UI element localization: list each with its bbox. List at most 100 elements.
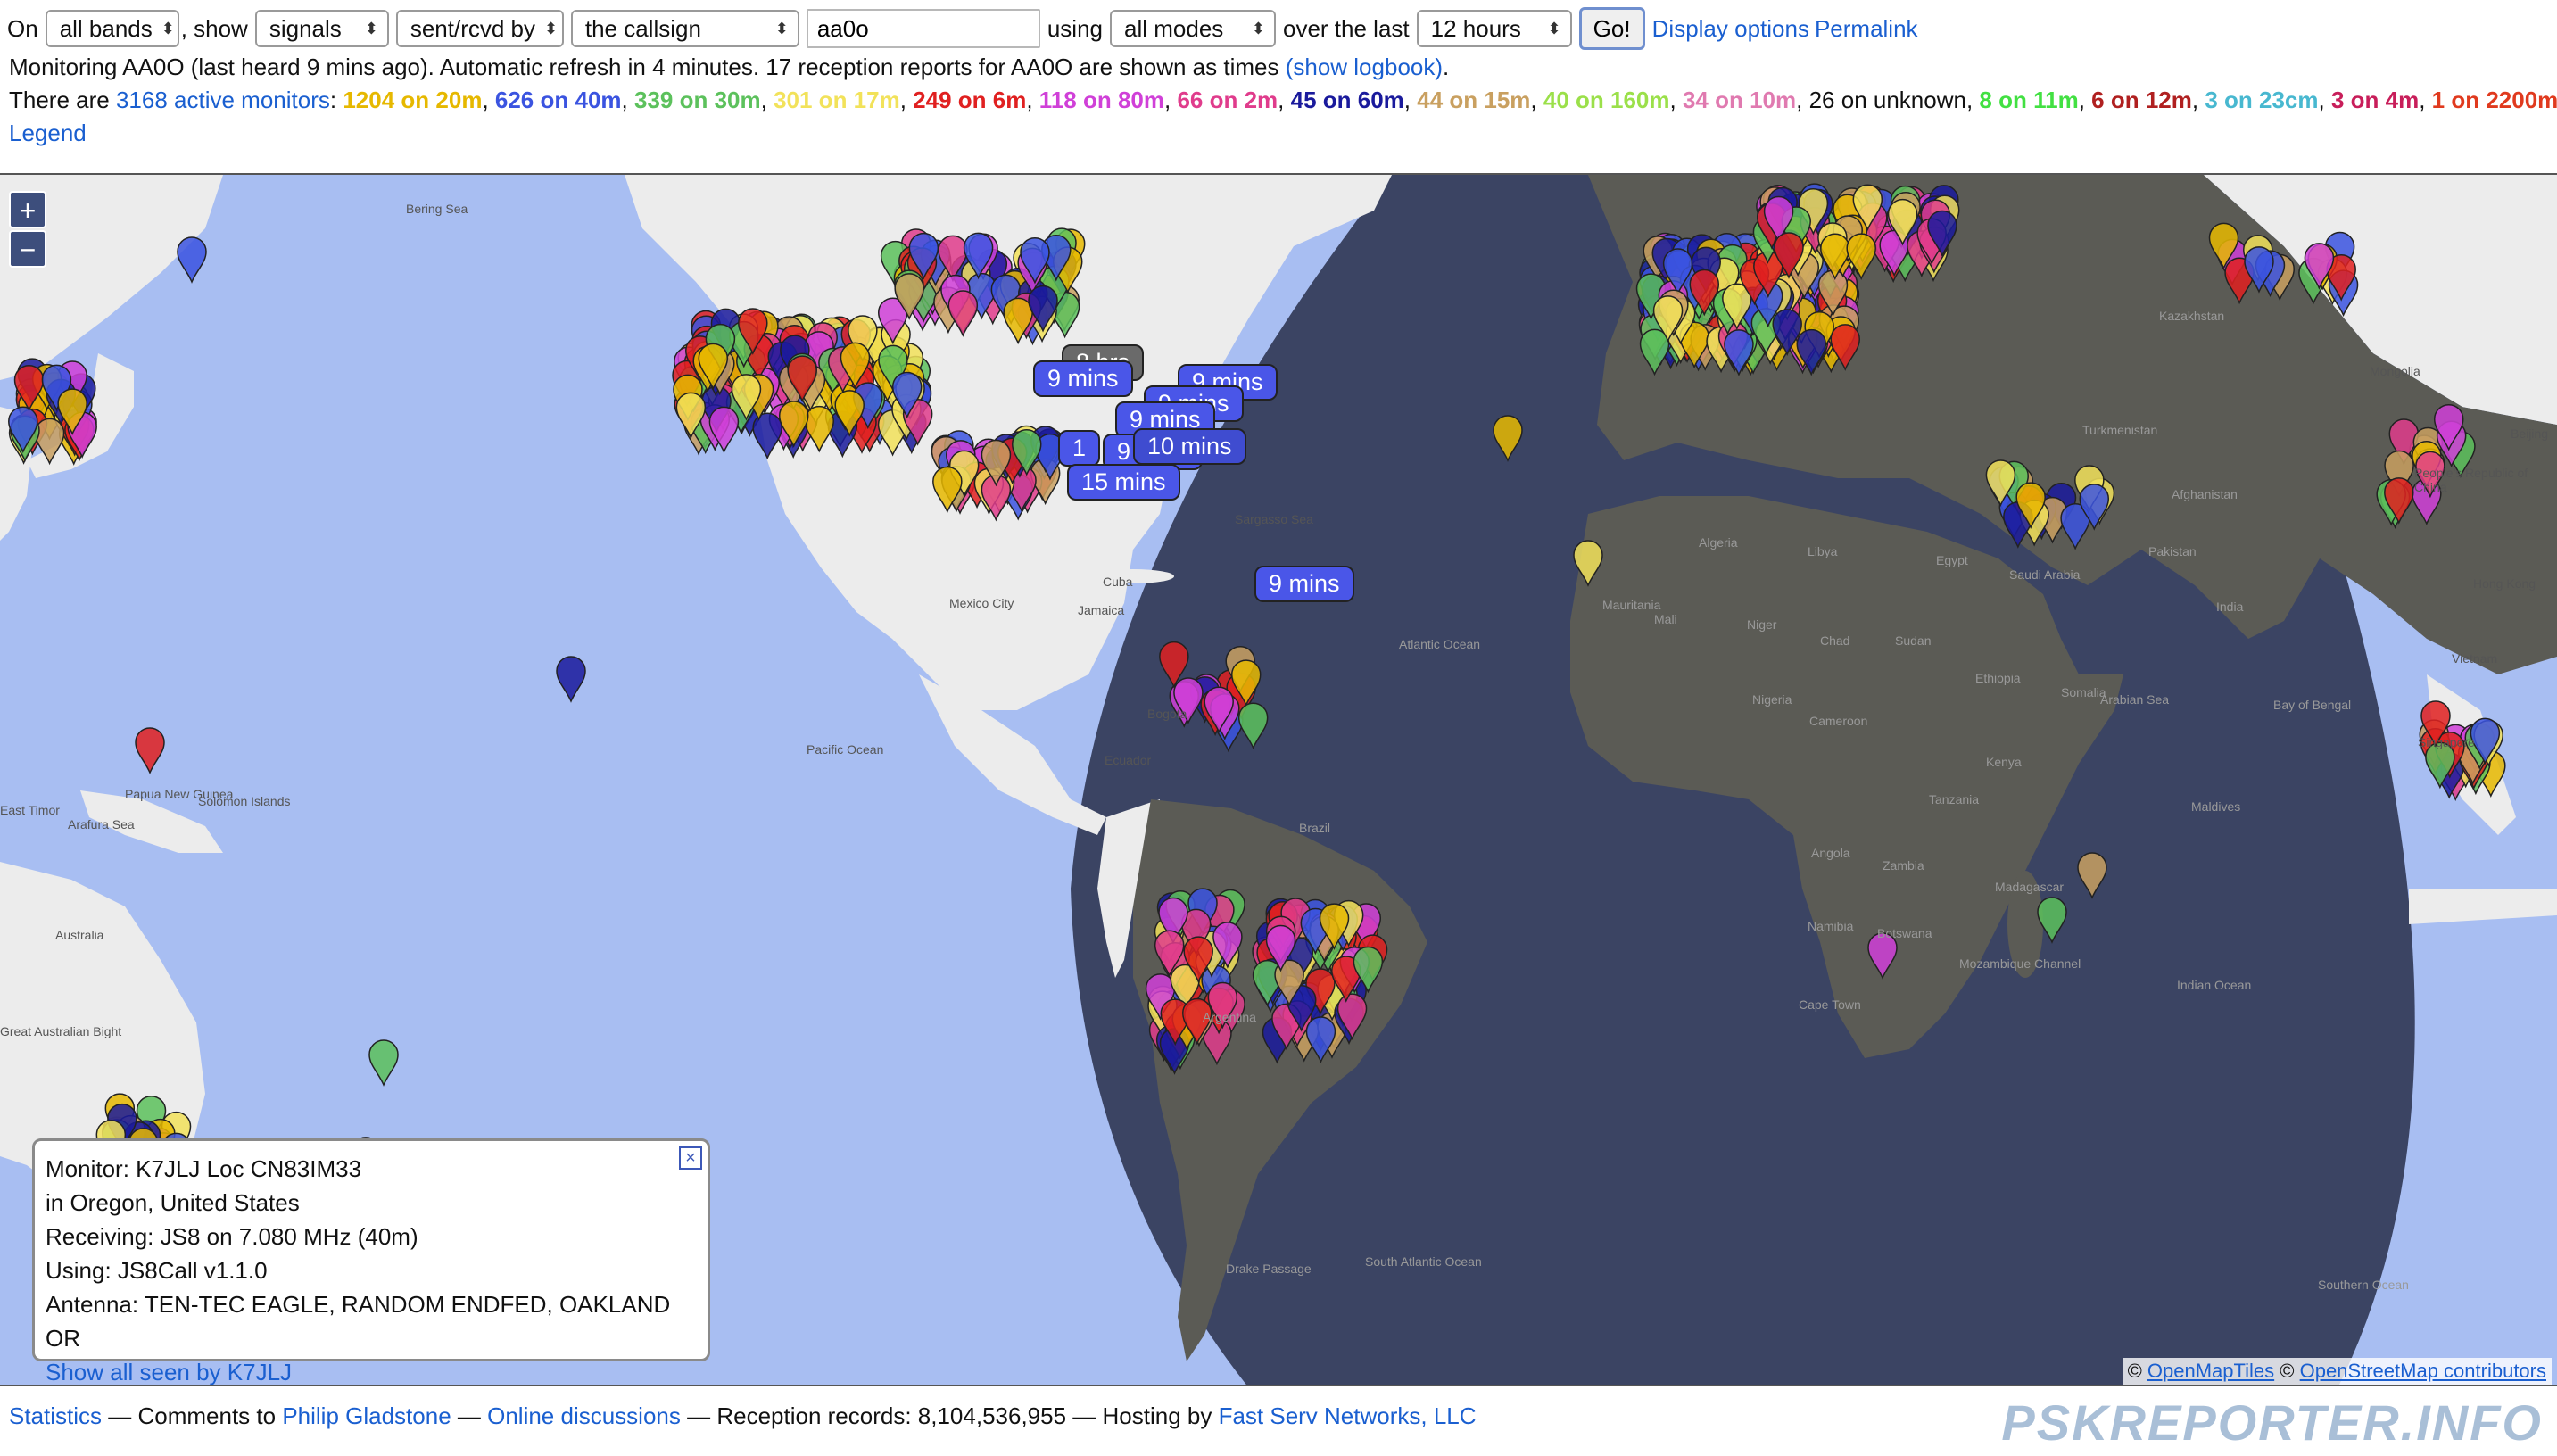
map-label: Drake Passage	[1226, 1262, 1312, 1276]
target-type-select[interactable]: the callsign ⬍	[570, 10, 799, 47]
band-count: 1 on 2200m	[2431, 87, 2557, 113]
map-label: Cape Town	[1799, 997, 1861, 1012]
show-select-value: signals	[269, 14, 342, 42]
map-label: Jamaica	[1078, 603, 1125, 617]
direction-select[interactable]: sent/rcvd by ⬍	[395, 10, 564, 47]
band-count: 8 on 11m	[1979, 87, 2079, 113]
select-arrows-icon: ⬍	[774, 19, 789, 37]
world-map[interactable]: Bering Sea Mexico City Jamaica Cuba Bogo…	[0, 173, 2557, 1386]
direction-select-value: sent/rcvd by	[410, 14, 536, 42]
go-button[interactable]: Go!	[1578, 7, 1645, 50]
map-label: People's Republic of China	[2414, 466, 2528, 494]
map-label: Zambia	[1883, 858, 1924, 873]
map-label: Kenya	[1986, 755, 2022, 769]
copyright-symbol: ©	[2127, 1360, 2142, 1382]
display-options-link[interactable]: Display options	[1652, 15, 1809, 43]
map-label: Mongolia	[2370, 364, 2420, 378]
period-select[interactable]: 12 hours ⬍	[1416, 10, 1572, 47]
show-label: , show	[180, 14, 248, 42]
map-label: Bering Sea	[406, 202, 468, 216]
map-label: Brazil	[1299, 821, 1331, 835]
zoom-in-button[interactable]: +	[9, 191, 46, 228]
map-label: Australia	[55, 928, 104, 942]
select-arrows-icon: ⬍	[364, 19, 378, 37]
band-separator: ,	[2078, 87, 2092, 113]
map-label: Madagascar	[1995, 880, 2065, 894]
hosting-link[interactable]: Fast Serv Networks, LLC	[1219, 1402, 1477, 1429]
monitor-marker-icon	[368, 1039, 399, 1087]
map-label: Saudi Arabia	[2009, 567, 2081, 582]
band-count: 40 on 160m	[1543, 87, 1670, 113]
show-select[interactable]: signals ⬍	[254, 10, 389, 47]
monitoring-text: Monitoring AA0O (last heard 9 mins ago).…	[9, 54, 1279, 80]
author-link[interactable]: Philip Gladstone	[282, 1402, 451, 1429]
map-label: Hong Kong	[2473, 576, 2536, 591]
time-label[interactable]: 15 mins	[1067, 464, 1180, 500]
time-label[interactable]: 1	[1058, 430, 1101, 467]
band-select-value: all bands	[59, 14, 153, 42]
monitors-prefix: There are	[9, 87, 110, 113]
map-label: Namibia	[1808, 919, 1854, 933]
mode-select-value: all modes	[1124, 14, 1224, 42]
status-period: .	[1443, 54, 1450, 80]
map-label: Algeria	[1699, 535, 1738, 550]
map-label: Afghanistan	[2172, 487, 2238, 501]
map-label: Singapore	[2418, 735, 2475, 749]
map-label: Cuba	[1103, 575, 1133, 589]
mode-select[interactable]: all modes ⬍	[1110, 10, 1276, 47]
map-label: Mauritania	[1602, 598, 1661, 612]
band-count: 6 on 12m	[2091, 87, 2192, 113]
using-label: using	[1047, 14, 1103, 42]
band-count: 1204 on 20m	[343, 87, 483, 113]
monitor-summary: There are 3168 active monitors: 1204 on …	[9, 87, 2557, 114]
map-label: Sargasso Sea	[1235, 512, 1313, 526]
time-label[interactable]: 10 mins	[1133, 428, 1246, 465]
popup-receiving-line: Receiving: JS8 on 7.080 MHz (40m)	[46, 1223, 418, 1250]
band-count: 3 on 23cm	[2205, 87, 2319, 113]
map-label: Solomon Islands	[198, 794, 291, 808]
map-label: East Timor	[0, 803, 60, 817]
show-logbook-link[interactable]: (show logbook)	[1286, 54, 1443, 80]
band-count-list: 1204 on 20m, 626 on 40m, 339 on 30m, 301…	[343, 87, 2557, 113]
time-label[interactable]: 9 mins	[1254, 566, 1354, 602]
monitoring-status: Monitoring AA0O (last heard 9 mins ago).…	[9, 54, 1449, 81]
map-label: Arafura Sea	[68, 817, 135, 831]
time-label[interactable]: 9 mins	[1033, 360, 1133, 397]
legend-row: Legend	[9, 120, 87, 147]
map-label: Bogota	[1147, 707, 1187, 721]
permalink-link[interactable]: Permalink	[1815, 15, 1918, 43]
map-label: Libya	[1808, 544, 1838, 558]
statistics-link[interactable]: Statistics	[9, 1402, 102, 1429]
footer-text: —	[451, 1402, 488, 1429]
callsign-input[interactable]	[806, 9, 1040, 48]
close-icon[interactable]: ×	[679, 1146, 702, 1170]
select-arrows-icon: ⬍	[544, 19, 559, 37]
on-label: On	[7, 14, 38, 42]
openstreetmap-link[interactable]: OpenStreetMap contributors	[2300, 1360, 2546, 1382]
monitor-marker-icon	[177, 236, 207, 284]
map-label: Great Australian Bight	[0, 1024, 122, 1038]
band-select[interactable]: all bands ⬍	[45, 10, 179, 47]
map-label: Botswana	[1877, 926, 1932, 940]
band-count: 339 on 30m	[633, 87, 761, 113]
footer-text: — Comments to	[102, 1402, 283, 1429]
site-logo: PSKREPORTER.INFO	[2001, 1394, 2543, 1451]
period-select-value: 12 hours	[1430, 14, 1521, 42]
map-label: Tanzania	[1929, 792, 1980, 807]
footer-text: — Reception records: 8,104,536,955 — Hos…	[680, 1402, 1219, 1429]
band-count: 3 on 4m	[2330, 87, 2420, 113]
map-label: India	[2216, 600, 2244, 614]
band-count: 66 on 2m	[1177, 87, 1278, 113]
zoom-out-button[interactable]: −	[9, 230, 46, 268]
openmaptiles-link[interactable]: OpenMapTiles	[2147, 1360, 2274, 1382]
copyright-symbol: ©	[2280, 1360, 2295, 1382]
legend-link[interactable]: Legend	[9, 120, 87, 146]
band-count: 45 on 60m	[1290, 87, 1404, 113]
map-label: South Atlantic Ocean	[1365, 1254, 1482, 1269]
discussions-link[interactable]: Online discussions	[487, 1402, 681, 1429]
active-monitors-link[interactable]: 3168 active monitors	[116, 87, 330, 113]
map-label: Indian Ocean	[2177, 978, 2252, 992]
band-separator: ,	[1796, 87, 1809, 113]
show-all-seen-link[interactable]: Show all seen by K7JLJ	[46, 1359, 292, 1385]
map-label: Pacific Ocean	[807, 742, 884, 757]
